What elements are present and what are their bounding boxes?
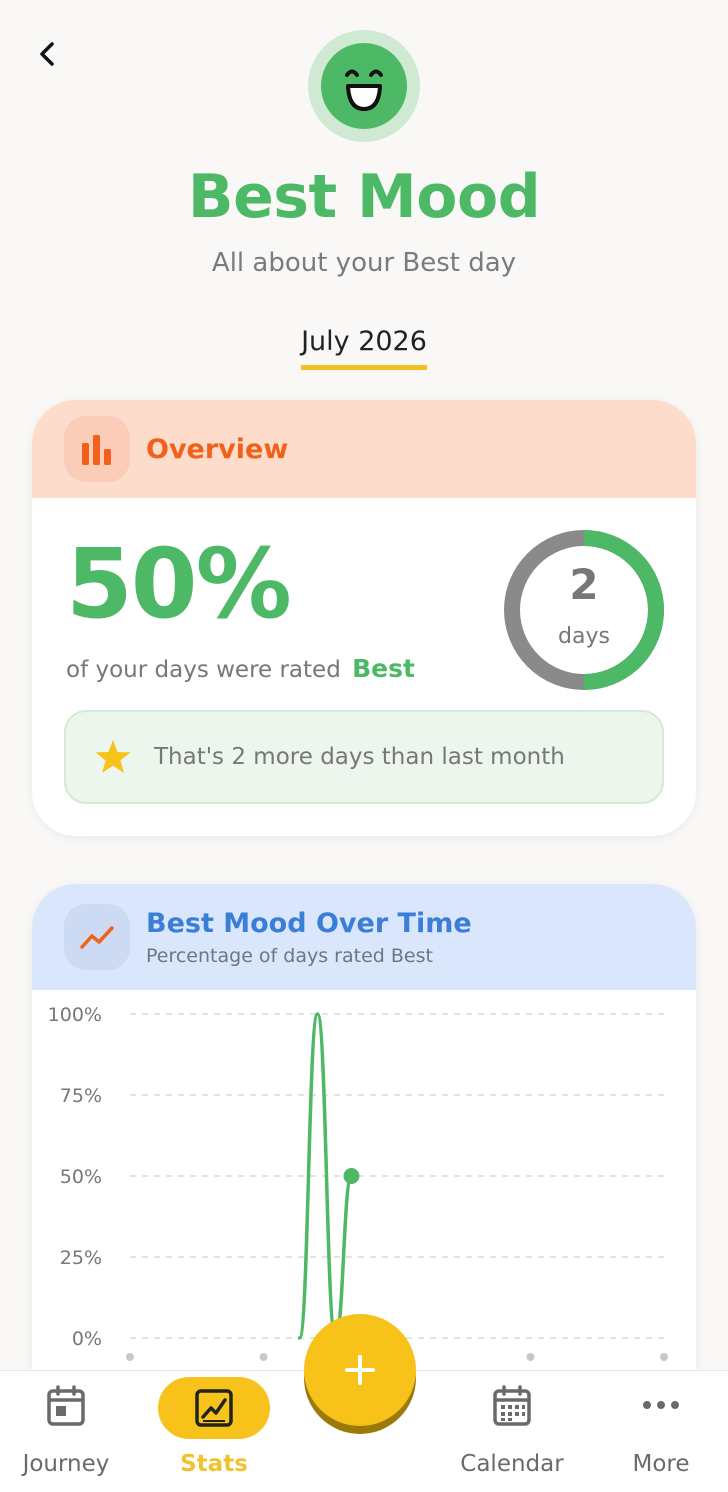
month-label[interactable]: July 2026 (301, 326, 427, 370)
page-subtitle: All about your Best day (211, 248, 517, 278)
comparison-text: That's 2 more days than last month (154, 744, 565, 770)
stats-active-pill (158, 1377, 270, 1439)
grinning-face-icon (345, 69, 383, 111)
y-tick-label: 50% (60, 1166, 102, 1188)
overview-card: Overview 50% of your days were rated Bes… (32, 400, 696, 836)
plus-icon (345, 1355, 375, 1385)
more-dots-icon (643, 1401, 679, 1409)
days-label: days (558, 624, 610, 649)
page-title: Best Mood (187, 162, 541, 232)
x-tick-dot (126, 1353, 134, 1361)
series-end-point (343, 1168, 360, 1184)
rated-mood: Best (352, 654, 415, 683)
trend-header: Best Mood Over Time Percentage of days r… (32, 884, 696, 990)
journey-icon (47, 1385, 85, 1426)
nav-journey[interactable]: Journey (1, 1371, 131, 1492)
star-icon (95, 740, 131, 773)
trend-subtitle: Percentage of days rated Best (146, 944, 433, 967)
y-tick-label: 100% (48, 1004, 102, 1026)
trend-line-icon (64, 904, 130, 970)
overview-title: Overview (146, 433, 289, 465)
nav-calendar[interactable]: Calendar (447, 1371, 577, 1492)
x-tick-dot (526, 1353, 535, 1361)
days-ring: 2 days (498, 524, 670, 696)
nav-more-label: More (632, 1451, 690, 1477)
mood-face-badge (308, 30, 420, 142)
stats-chart-icon (195, 1389, 233, 1427)
nav-more[interactable]: More (596, 1371, 726, 1492)
x-tick-dot (660, 1353, 668, 1361)
rated-caption: of your days were rated Best (66, 654, 415, 683)
add-entry-button[interactable] (304, 1314, 416, 1426)
nav-stats[interactable]: Stats (149, 1371, 279, 1492)
rated-prefix: of your days were rated (66, 657, 341, 683)
back-button[interactable] (30, 36, 66, 72)
best-percentage: 50% (66, 528, 292, 640)
y-tick-label: 75% (60, 1085, 102, 1107)
nav-calendar-label: Calendar (460, 1451, 564, 1477)
month-selector[interactable]: July 2026 (0, 326, 728, 370)
nav-journey-label: Journey (22, 1451, 110, 1477)
comparison-banner: That's 2 more days than last month (64, 710, 664, 804)
y-tick-label: 25% (60, 1247, 102, 1269)
bar-chart-icon (64, 416, 130, 482)
calendar-icon (493, 1385, 531, 1426)
chevron-left-icon (40, 42, 54, 66)
x-tick-dot (259, 1353, 268, 1361)
days-count: 2 (569, 560, 599, 609)
trend-title: Best Mood Over Time (146, 907, 472, 939)
nav-stats-label: Stats (180, 1451, 248, 1477)
y-tick-label: 0% (72, 1328, 102, 1350)
overview-header: Overview (32, 400, 696, 498)
